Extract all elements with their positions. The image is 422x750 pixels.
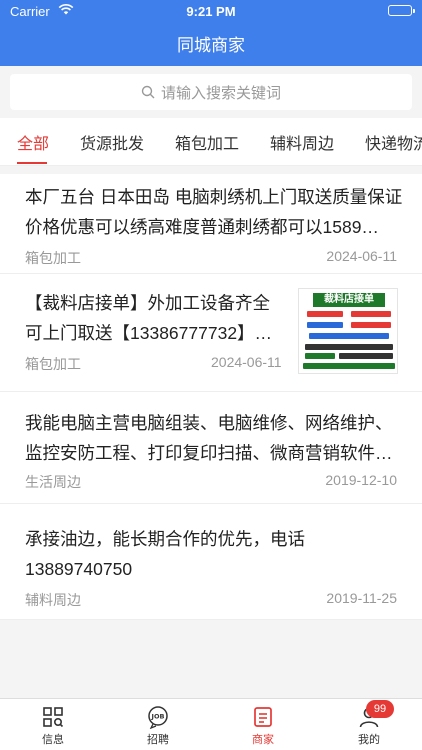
item-category: 生活周边 [25,474,81,490]
notification-badge: 99 [366,700,394,718]
battery-icon [388,5,415,16]
item-date: 2019-12-10 [325,472,397,488]
page-title: 同城商家 [177,36,245,55]
clock: 9:21 PM [186,4,236,19]
category-tabs: 全部 货源批发 箱包加工 辅料周边 快递物流 [0,118,422,166]
search-bar: 请输入搜索关键词 [0,66,422,118]
tab-wholesale[interactable]: 货源批发 [80,130,144,154]
list-item[interactable]: 本厂五台 日本田岛 电脑刺绣机上门取送质量保证价格优惠可以绣高难度普通刺绣都可以… [0,174,422,274]
list-item[interactable]: 承接油边，能长期合作的优先，电话13889740750 辅料周边 2019-11… [0,504,422,620]
tabbar-label: 招聘 [147,734,169,746]
document-icon [254,707,272,727]
svg-text:JOB: JOB [151,713,165,721]
search-icon [141,85,155,99]
item-category: 箱包加工 [25,356,81,372]
thumbnail-headline: 裁料店接单 [313,293,385,307]
item-date: 2024-06-11 [211,354,282,370]
item-title: 【裁料店接单】外加工设备齐全可上门取送【13386777732】… [25,293,273,343]
bottom-tab-bar: 信息 JOB 招聘 商家 我的 [0,698,422,750]
item-date: 2024-06-11 [326,248,397,264]
item-date: 2019-11-25 [326,590,397,606]
list-item[interactable]: 我能电脑主营电脑组装、电脑维修、网络维护、监控安防工程、打印复印扫描、微商营销软… [0,392,422,504]
tabbar-label: 信息 [42,734,64,746]
grid-search-icon [43,707,64,728]
active-tab-indicator [17,162,47,164]
item-category: 辅料周边 [25,592,81,608]
status-bar: Carrier 9:21 PM [0,0,422,22]
item-title: 我能电脑主营电脑组装、电脑维修、网络维护、监控安防工程、打印复印扫描、微商营销软… [25,413,393,463]
tab-accessories[interactable]: 辅料周边 [270,130,334,154]
item-title: 承接油边，能长期合作的优先，电话13889740750 [25,529,305,579]
item-thumbnail[interactable]: 裁料店接单 [298,288,398,374]
tabbar-label: 商家 [252,734,274,746]
search-placeholder: 请输入搜索关键词 [160,84,281,102]
item-category: 箱包加工 [25,250,81,266]
app-header: Carrier 9:21 PM 同城商家 [0,0,422,66]
item-title: 本厂五台 日本田岛 电脑刺绣机上门取送质量保证价格优惠可以绣高难度普通刺绣都可以… [25,187,403,237]
tabbar-label: 我的 [358,734,380,746]
tabbar-item-merchants[interactable]: 商家 [223,705,303,747]
search-input[interactable]: 请输入搜索关键词 [10,74,412,110]
job-icon: JOB [148,706,168,729]
tab-bag-processing[interactable]: 箱包加工 [175,130,239,154]
tab-express[interactable]: 快递物流 [365,130,422,154]
tab-all[interactable]: 全部 [17,130,49,154]
tabbar-item-jobs[interactable]: JOB 招聘 [118,705,198,747]
tabbar-item-info[interactable]: 信息 [13,705,93,747]
